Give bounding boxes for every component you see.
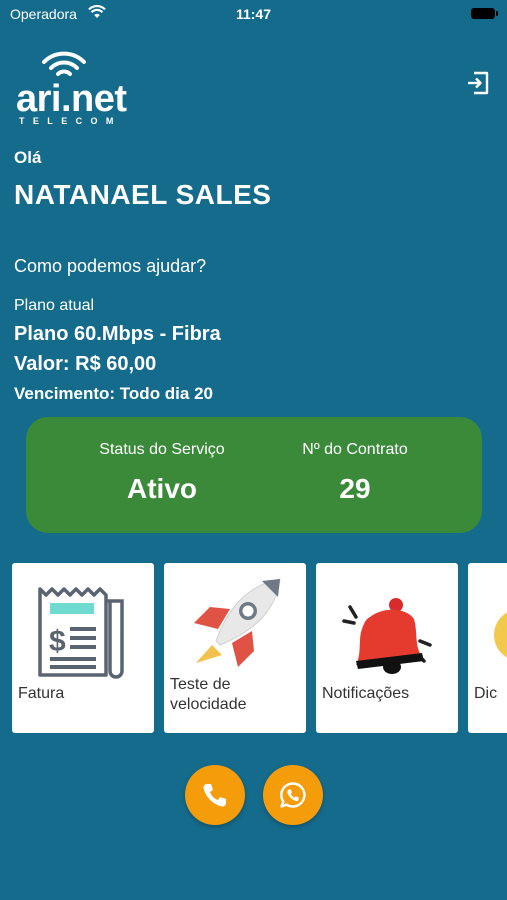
logo-brand: ari.net <box>16 78 127 120</box>
clock: 11:47 <box>235 6 272 22</box>
user-name: NATANAEL SALES <box>14 179 272 210</box>
service-status-card: Status do Serviço Ativo Nº do Contrato 2… <box>26 417 482 533</box>
rocket-icon <box>194 578 281 667</box>
plan-label: Plano atual <box>14 297 95 314</box>
whatsapp-button[interactable] <box>263 765 323 825</box>
logo-subtitle: TELECOM <box>19 116 122 126</box>
whatsapp-icon <box>280 782 306 808</box>
contract-label: Nº do Contrato <box>302 441 408 458</box>
status-bar: Operadora 11:47 <box>0 0 507 28</box>
service-status-value: Ativo <box>127 473 197 504</box>
greeting: Olá <box>14 148 42 167</box>
logout-icon[interactable] <box>465 70 491 96</box>
help-text: Como podemos ajudar? <box>14 256 207 276</box>
tile-dicas[interactable]: Dic <box>468 563 507 733</box>
phone-button[interactable] <box>185 765 245 825</box>
arinet-logo: ari.net TELECOM <box>16 50 156 130</box>
lightbulb-icon <box>494 612 507 658</box>
bell-icon <box>342 598 432 674</box>
due-date: Vencimento: Todo dia 20 <box>14 384 213 403</box>
battery-icon <box>471 8 498 19</box>
invoice-icon: $ <box>38 587 124 679</box>
tile-notifications[interactable]: Notificações <box>316 563 458 733</box>
service-status: Status do Serviço Ativo <box>62 441 262 505</box>
contract-value: 29 <box>339 473 371 504</box>
service-status-label: Status do Serviço <box>99 441 225 458</box>
tile-fatura[interactable]: $ Fatura <box>12 563 154 733</box>
tile-speed-test-label: Teste de velocidade <box>170 676 247 713</box>
tile-notifications-label: Notificações <box>322 685 410 702</box>
plan-value: Valor: R$ 60,00 <box>14 353 157 375</box>
tile-fatura-label: Fatura <box>18 685 65 702</box>
logo-wifi-icon <box>42 51 86 76</box>
contract-number: Nº do Contrato 29 <box>255 441 455 505</box>
tile-dicas-label: Dic <box>474 685 498 702</box>
plan-name: Plano 60.Mbps - Fibra <box>14 323 221 345</box>
svg-text:$: $ <box>49 625 66 658</box>
tile-speed-test[interactable]: Teste de velocidade <box>164 563 306 733</box>
phone-icon <box>203 784 226 807</box>
